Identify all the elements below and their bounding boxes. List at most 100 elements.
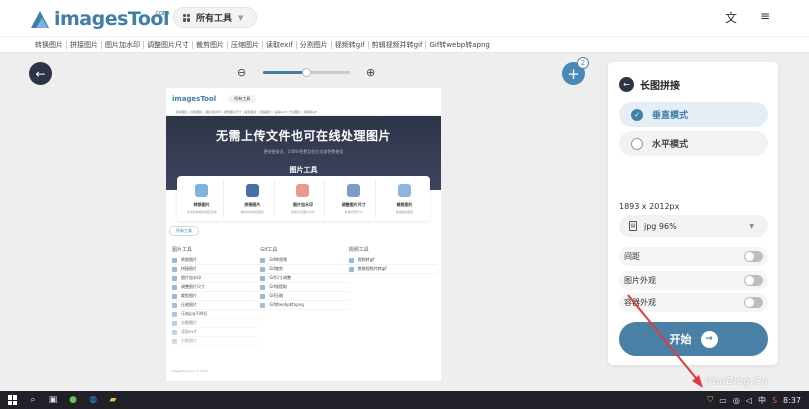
logo-text: imagesTool com — [54, 8, 170, 30]
image-count-badge: 2 — [577, 57, 589, 69]
tool-icon — [348, 266, 354, 272]
preview-list-item-label: 剪辑视频并转gif — [357, 266, 387, 271]
preview-card-desc: 添加文字图片水印 — [290, 209, 315, 214]
preview-card-label: 调整图片尺寸 — [341, 201, 366, 207]
preview-tool-card: 裁剪图片 自由裁剪图片 — [383, 180, 427, 218]
preview-list-item: 转换图片 — [172, 256, 261, 265]
tool-nav-bar: 转换图片 拼接图片 图片加水印 调整图片尺寸 裁剪图片 压缩图片 读取exif 分割图片 视频转… — [0, 36, 809, 53]
preview-hero-subtitle: 更快更安全，100%免费且往后全部免费使用 — [263, 149, 344, 154]
tool-icon — [348, 257, 354, 263]
preview-card-icon — [398, 183, 412, 197]
preview-card-icon — [347, 183, 361, 197]
zoom-in-icon[interactable]: ⊕ — [366, 66, 375, 79]
preview-list-item: Gif转视频 — [260, 256, 349, 265]
nav-item[interactable]: 图片加水印 — [102, 40, 144, 49]
preview-card-icon — [245, 183, 259, 197]
zoom-out-icon[interactable]: ⊖ — [237, 66, 246, 79]
mode-vertical[interactable]: ✓ 垂直模式 — [619, 102, 768, 127]
nav-item[interactable]: 转换图片 — [32, 40, 67, 49]
volume-icon[interactable]: ◁ — [746, 396, 752, 405]
nav-item[interactable]: 调整图片尺寸 — [144, 40, 193, 49]
search-icon[interactable]: ⌕ — [23, 391, 43, 409]
tool-icon — [260, 257, 266, 263]
mode-vertical-label: 垂直模式 — [652, 111, 689, 121]
nav-item[interactable]: 裁剪图片 — [193, 40, 228, 49]
zoom-slider-handle[interactable] — [302, 68, 311, 77]
edge-browser-icon[interactable]: ◍ — [83, 391, 103, 409]
zoom-slider[interactable] — [263, 68, 350, 77]
panel-header: ← 长图拼接 — [619, 77, 680, 92]
network-icon[interactable]: ▭ — [719, 396, 727, 405]
arrow-right-icon: → — [700, 330, 718, 348]
preview-column-title: Gif工具 — [260, 247, 278, 253]
wechat-icon[interactable]: ● — [63, 391, 83, 409]
preview-column-title: 视频工具 — [348, 247, 369, 253]
app-header: imagesTool com 所有工具 ▼ 文 ≡ — [0, 0, 809, 36]
nav-item[interactable]: 分割图片 — [297, 40, 332, 49]
preview-list-item: Gif尺寸调整 — [260, 274, 349, 283]
file-explorer-icon[interactable]: ▰ — [103, 391, 123, 409]
preview-list-item-label: 视频转gif — [357, 257, 375, 262]
toggle-spacing-row[interactable]: 间距 — [619, 247, 768, 266]
preview-card-label: 图片加水印 — [292, 201, 313, 207]
task-view-icon[interactable]: ▣ — [43, 391, 63, 409]
file-icon: ▤ — [629, 221, 637, 231]
all-tools-dropdown[interactable]: 所有工具 ▼ — [173, 7, 257, 28]
toggle-image-appearance-switch[interactable] — [744, 275, 763, 286]
preview-card-icon — [296, 183, 310, 197]
preview-tool-cards: 转换图片 支持多种格式相互转换 拼接图片 横向纵向拼接图片 图片加水印 添加文字图片水印调… — [177, 176, 430, 221]
clock-time[interactable]: 8:37 — [783, 396, 801, 405]
chevron-down-icon: ▼ — [238, 13, 244, 22]
arrow-left-icon: ← — [35, 66, 46, 81]
nav-item[interactable]: 读取exif — [263, 40, 297, 49]
ime-indicator[interactable]: 中 — [758, 395, 766, 406]
logo-mountain-icon — [31, 11, 49, 28]
nav-item[interactable]: 视频转gif — [332, 40, 369, 49]
toggle-container-appearance-label: 容器外观 — [624, 298, 656, 307]
nav-item[interactable]: 剪辑视频并转gif — [369, 40, 427, 49]
tool-icon — [172, 275, 177, 281]
toggle-container-appearance-row[interactable]: 容器外观 — [619, 293, 768, 312]
preview-card-desc: 支持多种格式相互转换 — [186, 209, 217, 214]
all-tools-label: 所有工具 — [196, 14, 233, 24]
tool-icon — [260, 275, 266, 281]
panel-back-button[interactable]: ← — [619, 77, 634, 92]
preview-list-item-label: Gif裁剪 — [269, 266, 283, 271]
preview-list-item: 拼接图片 — [172, 265, 261, 274]
windows-taskbar: ⌕ ▣ ● ◍ ▰ ⛉ ▭ ◎ ◁ 中 S 8:37 — [0, 391, 809, 409]
preview-card-label: 裁剪图片 — [396, 201, 413, 207]
mode-horizontal[interactable]: 水平模式 — [619, 131, 768, 156]
toggle-spacing-switch[interactable] — [744, 251, 763, 262]
globe-icon[interactable]: ◎ — [733, 396, 740, 405]
preview-list-item: Gif帧提取 — [260, 283, 349, 292]
translate-icon[interactable]: 文 — [725, 9, 737, 26]
zoom-slider-fill — [263, 71, 307, 74]
preview-list-item-label: Gif尺寸调整 — [269, 275, 291, 280]
back-button[interactable]: ← — [29, 62, 52, 85]
start-button-label: 开始 — [669, 333, 692, 346]
toggle-image-appearance-row[interactable]: 图片外观 — [619, 271, 768, 290]
nav-item[interactable]: Gif转webp转apng — [426, 41, 492, 49]
hamburger-menu-icon[interactable]: ≡ — [760, 9, 770, 23]
site-logo[interactable]: imagesTool com — [30, 4, 170, 30]
nav-item[interactable]: 拼接图片 — [67, 40, 102, 49]
shield-icon[interactable]: ⛉ — [707, 395, 713, 405]
check-icon: ✓ — [631, 108, 643, 121]
start-menu-button[interactable] — [3, 391, 23, 409]
preview-list-item-label: 转换图片 — [181, 257, 197, 262]
toggle-image-appearance-label: 图片外观 — [624, 276, 656, 285]
preview-card-label: 转换图片 — [193, 201, 210, 207]
preview-list-item: 视频转gif — [348, 256, 437, 265]
ime-icon[interactable]: S — [772, 396, 777, 405]
panel-title: 长图拼接 — [640, 81, 680, 92]
tool-icon — [172, 284, 177, 290]
tool-icon — [260, 284, 266, 290]
grid-icon — [183, 13, 191, 22]
nav-item[interactable]: 压缩图片 — [228, 40, 263, 49]
preview-card-desc: 批量调整尺寸 — [344, 209, 363, 214]
format-quality-select[interactable]: ▤ jpg 96% ▼ — [619, 215, 768, 237]
stitch-settings-panel: ← 长图拼接 ✓ 垂直模式 水平模式 1893 x 2012px ▤ jpg 9… — [608, 62, 778, 365]
toggle-container-appearance-switch[interactable] — [744, 297, 763, 308]
start-button[interactable]: 开始 → — [619, 322, 768, 356]
preview-card-desc: 横向纵向拼接图片 — [240, 209, 265, 214]
